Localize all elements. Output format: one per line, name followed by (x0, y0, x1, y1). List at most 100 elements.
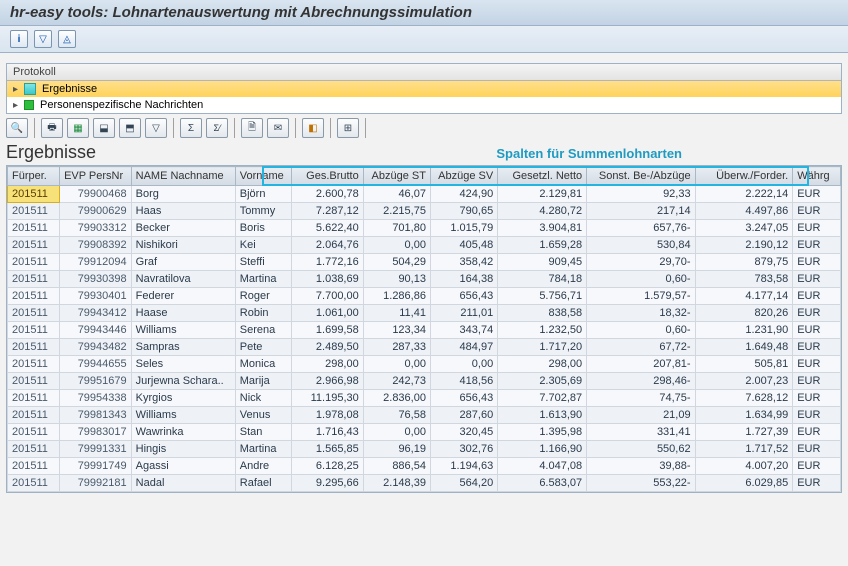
cell-nr[interactable]: 79943482 (60, 339, 132, 356)
cell-per[interactable]: 201511 (8, 407, 60, 424)
cell-brutto[interactable]: 298,00 (292, 356, 364, 373)
cell-netto[interactable]: 4.047,08 (498, 458, 587, 475)
cell-sonst[interactable]: 217,14 (587, 203, 695, 220)
cell-nr[interactable]: 79954338 (60, 390, 132, 407)
cell-w[interactable]: EUR (793, 220, 841, 237)
cell-st[interactable]: 0,00 (363, 237, 430, 254)
cell-ueber[interactable]: 1.717,52 (695, 441, 793, 458)
cell-sonst[interactable]: 92,33 (587, 186, 695, 203)
cell-netto[interactable]: 5.756,71 (498, 288, 587, 305)
chart-icon[interactable]: ◬ (58, 30, 76, 48)
cell-ueber[interactable]: 505,81 (695, 356, 793, 373)
cell-netto[interactable]: 7.702,87 (498, 390, 587, 407)
cell-netto[interactable]: 1.166,90 (498, 441, 587, 458)
cell-w[interactable]: EUR (793, 186, 841, 203)
cell-nr[interactable]: 79903312 (60, 220, 132, 237)
cell-per[interactable]: 201511 (8, 305, 60, 322)
cell-brutto[interactable]: 1.061,00 (292, 305, 364, 322)
cell-vor[interactable]: Steffi (235, 254, 291, 271)
cell-nach[interactable]: Williams (131, 322, 235, 339)
cell-ueber[interactable]: 2.007,23 (695, 373, 793, 390)
protokoll-row-ergebnisse[interactable]: ▸ Ergebnisse (7, 81, 841, 97)
cell-per[interactable]: 201511 (8, 254, 60, 271)
cell-brutto[interactable]: 1.978,08 (292, 407, 364, 424)
cell-sv[interactable]: 287,60 (430, 407, 497, 424)
sum-icon[interactable]: Σ (180, 118, 202, 138)
cell-vor[interactable]: Martina (235, 441, 291, 458)
cell-per[interactable]: 201511 (8, 356, 60, 373)
cell-sonst[interactable]: 1.579,57- (587, 288, 695, 305)
cell-sv[interactable]: 418,56 (430, 373, 497, 390)
cell-ueber[interactable]: 1.727,39 (695, 424, 793, 441)
cell-nach[interactable]: Graf (131, 254, 235, 271)
cell-w[interactable]: EUR (793, 203, 841, 220)
cell-ueber[interactable]: 2.190,12 (695, 237, 793, 254)
cell-netto[interactable]: 298,00 (498, 356, 587, 373)
col-ueberw-forder[interactable]: Überw./Forder. (695, 167, 793, 186)
subtotal-icon[interactable]: Σ⁄ (206, 118, 228, 138)
cell-nach[interactable]: Jurjewna Schara.. (131, 373, 235, 390)
cell-nr[interactable]: 79983017 (60, 424, 132, 441)
cell-per[interactable]: 201511 (8, 288, 60, 305)
cell-sonst[interactable]: 0,60- (587, 322, 695, 339)
table-row[interactable]: 20151179991749AgassiAndre6.128,25886,541… (8, 458, 841, 475)
cell-nr[interactable]: 79992181 (60, 475, 132, 492)
cell-brutto[interactable]: 1.772,16 (292, 254, 364, 271)
cell-sv[interactable]: 484,97 (430, 339, 497, 356)
cell-w[interactable]: EUR (793, 271, 841, 288)
cell-sv[interactable]: 1.194,63 (430, 458, 497, 475)
cell-sonst[interactable]: 530,84 (587, 237, 695, 254)
cell-st[interactable]: 46,07 (363, 186, 430, 203)
cell-w[interactable]: EUR (793, 458, 841, 475)
cell-vor[interactable]: Kei (235, 237, 291, 254)
cell-nach[interactable]: Sampras (131, 339, 235, 356)
table-row[interactable]: 20151179903312BeckerBoris5.622,40701,801… (8, 220, 841, 237)
cell-w[interactable]: EUR (793, 407, 841, 424)
col-waehrg[interactable]: Währg (793, 167, 841, 186)
cell-nach[interactable]: Nadal (131, 475, 235, 492)
cell-per[interactable]: 201511 (8, 475, 60, 492)
cell-netto[interactable]: 2.305,69 (498, 373, 587, 390)
cell-brutto[interactable]: 2.064,76 (292, 237, 364, 254)
cell-vor[interactable]: Venus (235, 407, 291, 424)
cell-st[interactable]: 504,29 (363, 254, 430, 271)
cell-brutto[interactable]: 2.600,78 (292, 186, 364, 203)
protokoll-row-personen[interactable]: ▸ Personenspezifische Nachrichten (7, 97, 841, 113)
cell-sonst[interactable]: 298,46- (587, 373, 695, 390)
cell-brutto[interactable]: 1.699,58 (292, 322, 364, 339)
cell-netto[interactable]: 6.583,07 (498, 475, 587, 492)
cell-nr[interactable]: 79930398 (60, 271, 132, 288)
cell-nach[interactable]: Nishikori (131, 237, 235, 254)
cell-w[interactable]: EUR (793, 475, 841, 492)
cell-nach[interactable]: Becker (131, 220, 235, 237)
cell-st[interactable]: 0,00 (363, 356, 430, 373)
cell-vor[interactable]: Robin (235, 305, 291, 322)
cell-nach[interactable]: Navratilova (131, 271, 235, 288)
col-fuerper[interactable]: Fürper. (8, 167, 60, 186)
table-row[interactable]: 20151179908392NishikoriKei2.064,760,0040… (8, 237, 841, 254)
cell-w[interactable]: EUR (793, 305, 841, 322)
cell-brutto[interactable]: 9.295,66 (292, 475, 364, 492)
cell-netto[interactable]: 784,18 (498, 271, 587, 288)
cell-st[interactable]: 886,54 (363, 458, 430, 475)
filter-funnel-icon[interactable]: ▽ (34, 30, 52, 48)
cell-ueber[interactable]: 3.247,05 (695, 220, 793, 237)
cell-nach[interactable]: Haase (131, 305, 235, 322)
cell-sv[interactable]: 211,01 (430, 305, 497, 322)
cell-ueber[interactable]: 6.029,85 (695, 475, 793, 492)
cell-nach[interactable]: Wawrinka (131, 424, 235, 441)
cell-sv[interactable]: 320,45 (430, 424, 497, 441)
cell-netto[interactable]: 1.232,50 (498, 322, 587, 339)
cell-netto[interactable]: 909,45 (498, 254, 587, 271)
cell-sonst[interactable]: 207,81- (587, 356, 695, 373)
cell-per[interactable]: 201511 (8, 441, 60, 458)
cell-sv[interactable]: 343,74 (430, 322, 497, 339)
cell-nr[interactable]: 79912094 (60, 254, 132, 271)
cell-per[interactable]: 201511 (8, 186, 60, 203)
cell-sv[interactable]: 424,90 (430, 186, 497, 203)
cell-netto[interactable]: 1.613,90 (498, 407, 587, 424)
cell-st[interactable]: 90,13 (363, 271, 430, 288)
graphic-icon[interactable]: ◧ (302, 118, 324, 138)
table-row[interactable]: 20151179954338KyrgiosNick11.195,302.836,… (8, 390, 841, 407)
cell-brutto[interactable]: 1.565,85 (292, 441, 364, 458)
